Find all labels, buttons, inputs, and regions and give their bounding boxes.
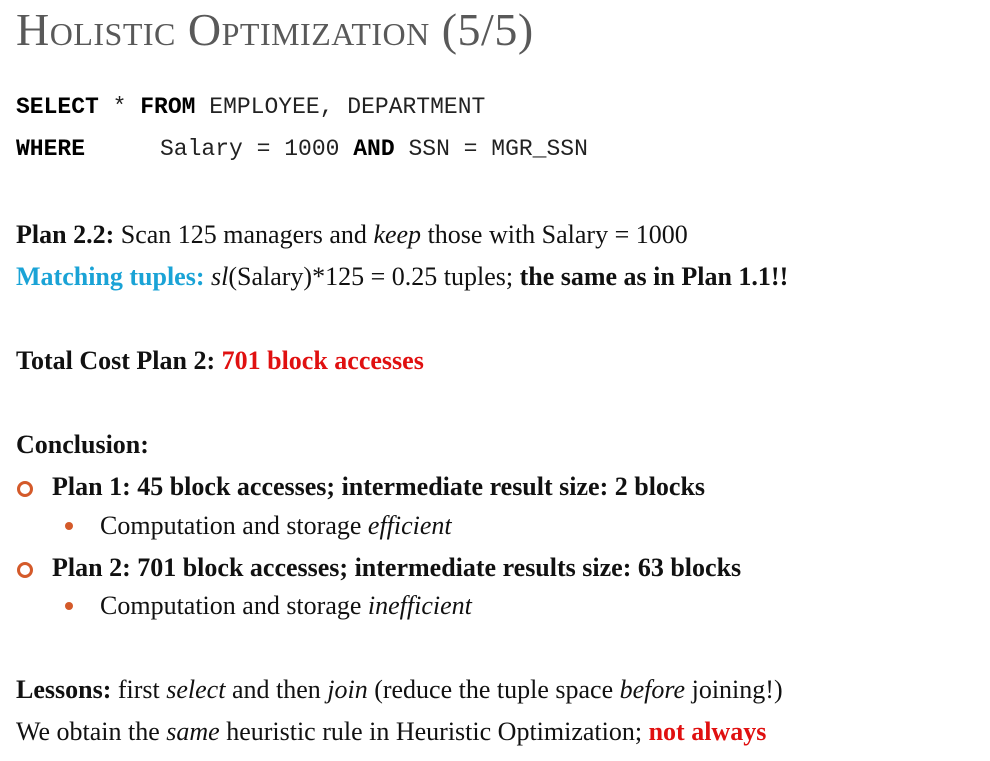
subitem-text: Computation and storage (100, 591, 368, 620)
total-cost-line: Total Cost Plan 2: 701 block accesses (16, 344, 424, 378)
same-italic: same (166, 717, 220, 746)
circle-bullet-icon (17, 562, 33, 578)
join-italic: join (327, 675, 368, 704)
conclusion-subitem-plan-2: Computation and storage inefficient (100, 589, 472, 623)
sql-from-tables: EMPLOYEE, DEPARTMENT (195, 94, 486, 120)
sql-where-line: WHERE (16, 136, 85, 162)
sql-select-line: SELECT * FROM EMPLOYEE, DEPARTMENT (16, 94, 485, 120)
plan-2-2-line: Plan 2.2: Scan 125 managers and keep tho… (16, 218, 688, 252)
dot-bullet-icon (65, 602, 73, 610)
sql-and-keyword: AND (353, 136, 395, 162)
sl-italic: sl (211, 262, 229, 291)
dot-bullet-icon (65, 522, 73, 530)
plan-2-2-label: Plan 2.2: (16, 220, 115, 249)
heuristic-line: We obtain the same heuristic rule in Heu… (16, 715, 766, 749)
lessons-label: Lessons: (16, 675, 112, 704)
sql-where-condition: Salary = 1000 AND SSN = MGR_SSN (160, 136, 588, 162)
circle-bullet-icon (17, 481, 33, 497)
sql-where-keyword: WHERE (16, 136, 86, 162)
total-cost-value: 701 block accesses (221, 346, 424, 375)
plan-2-2-text: Scan 125 managers and (114, 220, 374, 249)
sql-select-rest: * (98, 94, 141, 120)
subitem-italic: inefficient (367, 591, 472, 620)
slide-title: Holistic Optimization (5/5) (16, 4, 534, 55)
plan-2-2-text-end: those with Salary = 1000 (421, 220, 688, 249)
matching-tuples-label: Matching tuples: (16, 262, 205, 291)
sql-condition-salary: Salary = 1000 (160, 136, 354, 162)
before-italic: before (619, 675, 686, 704)
not-always-note: not always (648, 717, 767, 746)
select-italic: select (166, 675, 226, 704)
matching-tuples-line: Matching tuples: sl(Salary)*125 = 0.25 t… (16, 260, 788, 294)
lessons-text: (reduce the tuple space (367, 675, 620, 704)
conclusion-heading: Conclusion: (16, 430, 149, 459)
total-cost-label: Total Cost Plan 2: (16, 346, 222, 375)
keep-italic: keep (373, 220, 422, 249)
subitem-text: Computation and storage (100, 511, 368, 540)
subitem-italic: efficient (367, 511, 452, 540)
lessons-line: Lessons: first select and then join (red… (16, 673, 783, 707)
lessons-text: first (111, 675, 167, 704)
matching-bold-note: the same as in Plan 1.1!! (519, 262, 789, 291)
sql-condition-ssn: SSN = MGR_SSN (394, 136, 588, 162)
conclusion-item-plan-1: Plan 1: 45 block accesses; intermediate … (52, 472, 706, 501)
sql-from-keyword: FROM (140, 94, 196, 120)
lessons-text: and then (225, 675, 328, 704)
conclusion-subitem-plan-1: Computation and storage efficient (100, 509, 452, 543)
heuristic-text: heuristic rule in Heuristic Optimization… (219, 717, 649, 746)
heuristic-text: We obtain the (16, 717, 167, 746)
conclusion-item-plan-2: Plan 2: 701 block accesses; intermediate… (52, 553, 742, 582)
matching-text: (Salary)*125 = 0.25 tuples; (228, 262, 520, 291)
lessons-text: joining!) (685, 675, 783, 704)
sql-select-keyword: SELECT (16, 94, 99, 120)
